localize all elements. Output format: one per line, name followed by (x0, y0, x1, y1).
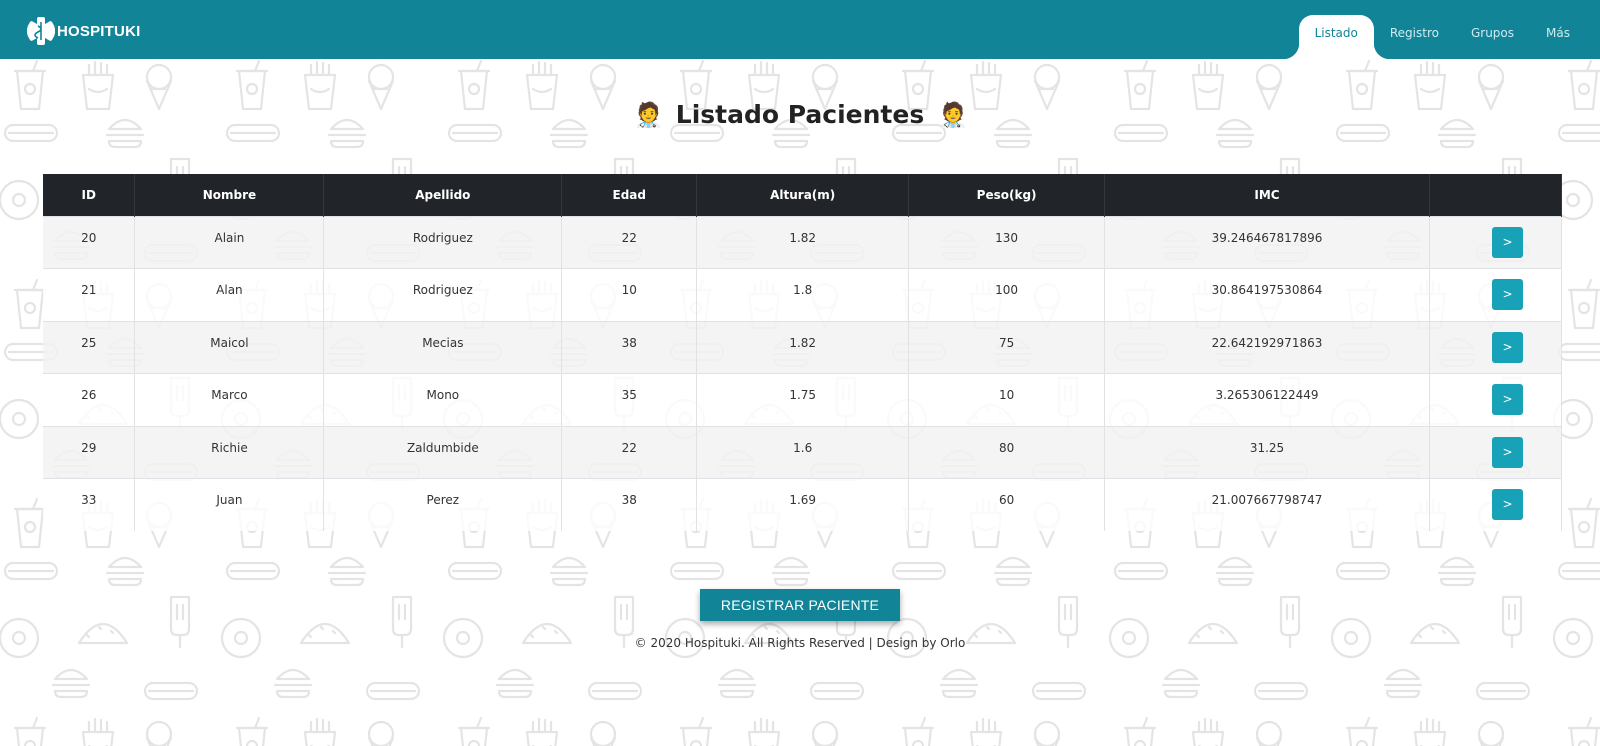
register-patient-button[interactable]: REGISTRAR PACIENTE (700, 589, 900, 621)
cell-edad: 35 (561, 373, 698, 426)
view-patient-button[interactable]: > (1491, 279, 1523, 310)
cell-edad: 38 (561, 320, 698, 374)
cell-edad: 22 (561, 215, 698, 269)
health-worker-icon: 🧑‍⚕️ (633, 100, 664, 129)
cell-action: > (1429, 268, 1563, 321)
cell-apellido: Perez (323, 478, 563, 531)
cell-imc: 31.25 (1104, 425, 1430, 479)
cell-peso: 10 (908, 373, 1106, 426)
column-header-id[interactable]: ID (43, 174, 136, 216)
table-row: 29 Richie Zaldumbide 22 1.6 80 31.25 > (43, 425, 1563, 479)
cell-id: 20 (43, 215, 136, 269)
cell-altura: 1.82 (696, 320, 910, 374)
medical-cross-icon (27, 17, 55, 45)
cell-id: 29 (43, 425, 136, 479)
cell-edad: 22 (561, 425, 698, 479)
patients-table: ID Nombre Apellido Edad Altura(m) Peso(k… (43, 174, 1563, 531)
cell-peso: 60 (908, 478, 1106, 531)
cell-altura: 1.82 (696, 215, 910, 269)
column-header-actions (1429, 174, 1563, 216)
footer-copyright: © 2020 Hospituki. All Rights Reserved | … (634, 636, 966, 650)
cell-action: > (1429, 478, 1563, 531)
cell-nombre: Alan (134, 268, 325, 321)
view-patient-button[interactable]: > (1491, 489, 1523, 520)
brand-name: HOSPITUKI (57, 22, 141, 40)
page-title: 🧑‍⚕️ Listado Pacientes 🧑‍⚕️ (0, 100, 1600, 129)
cell-imc: 30.864197530864 (1104, 268, 1430, 321)
table-row: 21 Alan Rodriguez 10 1.8 100 30.86419753… (43, 268, 1563, 321)
cell-nombre: Marco (134, 373, 325, 426)
cell-altura: 1.6 (696, 425, 910, 479)
cell-nombre: Juan (134, 478, 325, 531)
nav-menu: Listado Registro Grupos Más (1282, 0, 1600, 59)
table-row: 26 Marco Mono 35 1.75 10 3.265306122449 … (43, 373, 1563, 426)
column-header-imc[interactable]: IMC (1104, 174, 1430, 216)
cell-imc: 3.265306122449 (1104, 373, 1430, 426)
table-row: 25 Maicol Mecias 38 1.82 75 22.642192971… (43, 320, 1563, 374)
brand-logo[interactable]: HOSPITUKI (26, 16, 140, 46)
cell-altura: 1.8 (696, 268, 910, 321)
column-header-altura[interactable]: Altura(m) (696, 174, 910, 216)
cell-altura: 1.69 (696, 478, 910, 531)
view-patient-button[interactable]: > (1491, 384, 1523, 415)
cell-action: > (1429, 425, 1563, 479)
page-title-text: Listado Pacientes (675, 100, 925, 129)
cell-nombre: Maicol (134, 320, 325, 374)
cell-id: 25 (43, 320, 136, 374)
cell-action: > (1429, 320, 1563, 374)
column-header-edad[interactable]: Edad (561, 174, 698, 216)
column-header-apellido[interactable]: Apellido (323, 174, 563, 216)
cell-apellido: Mecias (323, 320, 563, 374)
top-navbar: HOSPITUKI Listado Registro Grupos Más (0, 0, 1600, 59)
column-header-peso[interactable]: Peso(kg) (908, 174, 1106, 216)
cell-imc: 22.642192971863 (1104, 320, 1430, 374)
cell-action: > (1429, 215, 1563, 269)
health-worker-icon: 🧑‍⚕️ (938, 100, 969, 129)
table-row: 33 Juan Perez 38 1.69 60 21.007667798747… (43, 478, 1563, 531)
nav-item-listado[interactable]: Listado (1282, 15, 1391, 59)
cell-imc: 21.007667798747 (1104, 478, 1430, 531)
view-patient-button[interactable]: > (1491, 331, 1523, 363)
view-patient-button[interactable]: > (1491, 436, 1523, 468)
cell-peso: 80 (908, 425, 1106, 479)
cell-peso: 75 (908, 320, 1106, 374)
cell-imc: 39.246467817896 (1104, 215, 1430, 269)
nav-item-registro[interactable]: Registro (1374, 0, 1455, 59)
table-row: 20 Alain Rodriguez 22 1.82 130 39.246467… (43, 215, 1563, 269)
view-patient-button[interactable]: > (1491, 226, 1523, 258)
cell-peso: 130 (908, 215, 1106, 269)
cell-edad: 10 (561, 268, 698, 321)
cell-apellido: Rodriguez (323, 268, 563, 321)
cell-apellido: Rodriguez (323, 215, 563, 269)
cell-action: > (1429, 373, 1563, 426)
cell-edad: 38 (561, 478, 698, 531)
nav-item-grupos[interactable]: Grupos (1455, 0, 1530, 59)
column-header-nombre[interactable]: Nombre (134, 174, 325, 216)
cell-id: 33 (43, 478, 136, 531)
cell-peso: 100 (908, 268, 1106, 321)
cell-nombre: Richie (134, 425, 325, 479)
cell-nombre: Alain (134, 215, 325, 269)
table-header-row: ID Nombre Apellido Edad Altura(m) Peso(k… (43, 174, 1563, 216)
cell-apellido: Zaldumbide (323, 425, 563, 479)
cell-id: 21 (43, 268, 136, 321)
cell-altura: 1.75 (696, 373, 910, 426)
nav-item-mas[interactable]: Más (1530, 0, 1600, 59)
cell-id: 26 (43, 373, 136, 426)
cell-apellido: Mono (323, 373, 563, 426)
